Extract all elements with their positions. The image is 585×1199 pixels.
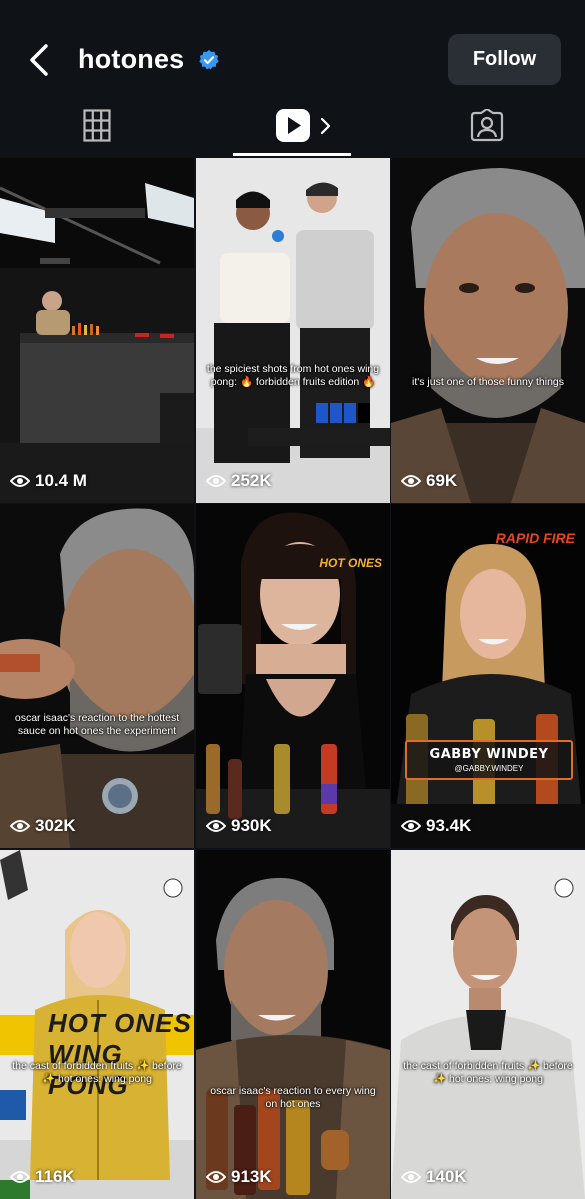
view-count: 69K (401, 471, 457, 491)
reel-tile[interactable]: HOT ONES 930K (196, 504, 390, 848)
eye-icon (206, 820, 226, 832)
hot-ones-logo: HOT ONES (319, 556, 382, 570)
reel-caption: it's just one of those funny things (411, 376, 564, 388)
chevron-right-icon (320, 117, 331, 135)
profile-tabs (0, 100, 585, 158)
name-card: GABBY WINDEY @GABBY.WINDEY (405, 740, 573, 780)
eye-icon (10, 820, 30, 832)
view-count-label: 930K (231, 816, 272, 835)
reel-tile[interactable]: HOT ONES WING PONG the cast of forbidden… (0, 850, 194, 1199)
view-count: 252K (206, 471, 272, 491)
view-count: 116K (10, 1167, 75, 1187)
reel-caption: the spiciest shots from hot ones wing po… (206, 363, 380, 388)
eye-icon (206, 1171, 226, 1183)
view-count: 913K (206, 1167, 272, 1187)
tab-posts-grid[interactable] (0, 100, 195, 158)
tab-reels[interactable] (195, 100, 390, 158)
reel-tile[interactable]: oscar isaac's reaction to the hottest sa… (0, 504, 194, 848)
reel-caption: oscar isaac's reaction to the hottest sa… (14, 712, 180, 737)
reel-tile[interactable]: the spiciest shots from hot ones wing po… (196, 158, 390, 503)
rapid-fire-logo: RAPID FIRE (495, 530, 575, 546)
follow-button[interactable]: Follow (448, 34, 561, 85)
reel-tile[interactable]: 10.4 M (0, 158, 194, 503)
reel-caption: oscar isaac's reaction to every wing on … (210, 1085, 376, 1110)
view-count-label: 913K (231, 1167, 272, 1186)
eye-icon (401, 475, 421, 487)
reels-icon (276, 109, 310, 142)
view-count: 930K (206, 816, 272, 836)
reel-thumbnail (196, 158, 390, 503)
view-count-label: 140K (426, 1167, 467, 1186)
wing-pong-banner: HOT ONES WING PONG (48, 1008, 192, 1100)
eye-icon (10, 1171, 30, 1183)
view-count: 302K (10, 816, 76, 836)
verified-badge-icon (199, 49, 219, 70)
reel-thumbnail (391, 504, 585, 848)
profile-header: hotones Follow (0, 0, 585, 100)
reel-tile[interactable]: it's just one of those funny things 69K (391, 158, 585, 503)
back-arrow-icon[interactable] (26, 40, 56, 80)
view-count-label: 10.4 M (35, 471, 87, 490)
reel-tile[interactable]: RAPID FIRE GABBY WINDEY @GABBY.WINDEY 93… (391, 504, 585, 848)
reel-thumbnail (196, 850, 390, 1199)
guest-name: GABBY WINDEY (429, 747, 549, 762)
grid-icon (83, 109, 111, 142)
profile-username: hotones (78, 44, 185, 74)
view-count-label: 302K (35, 816, 76, 835)
view-count-label: 252K (231, 471, 272, 490)
view-count-label: 93.4K (426, 816, 472, 835)
active-tab-indicator (233, 153, 351, 156)
reel-thumbnail (391, 158, 585, 503)
eye-icon (10, 475, 30, 487)
reel-thumbnail (0, 504, 194, 848)
reel-caption: the cast of forbidden fruits ✨ before ✨ … (403, 1060, 573, 1085)
view-count: 10.4 M (10, 471, 87, 491)
eye-icon (206, 475, 226, 487)
reels-grid: 10.4 M the spiciest shots from hot ones … (0, 158, 585, 1199)
reel-thumbnail (391, 850, 585, 1199)
view-count-label: 69K (426, 471, 458, 490)
reel-tile[interactable]: the cast of forbidden fruits ✨ before ✨ … (391, 850, 585, 1199)
view-count-label: 116K (35, 1167, 75, 1186)
eye-icon (401, 1171, 421, 1183)
view-count: 140K (401, 1167, 467, 1187)
reel-tile[interactable]: oscar isaac's reaction to every wing on … (196, 850, 390, 1199)
view-count: 93.4K (401, 816, 471, 836)
reel-thumbnail (0, 158, 194, 503)
tab-tagged[interactable] (390, 100, 585, 158)
guest-handle: @GABBY.WINDEY (454, 764, 524, 773)
eye-icon (401, 820, 421, 832)
tagged-person-icon (470, 109, 504, 142)
reel-caption: the cast of forbidden fruits ✨ before ✨ … (12, 1060, 182, 1085)
